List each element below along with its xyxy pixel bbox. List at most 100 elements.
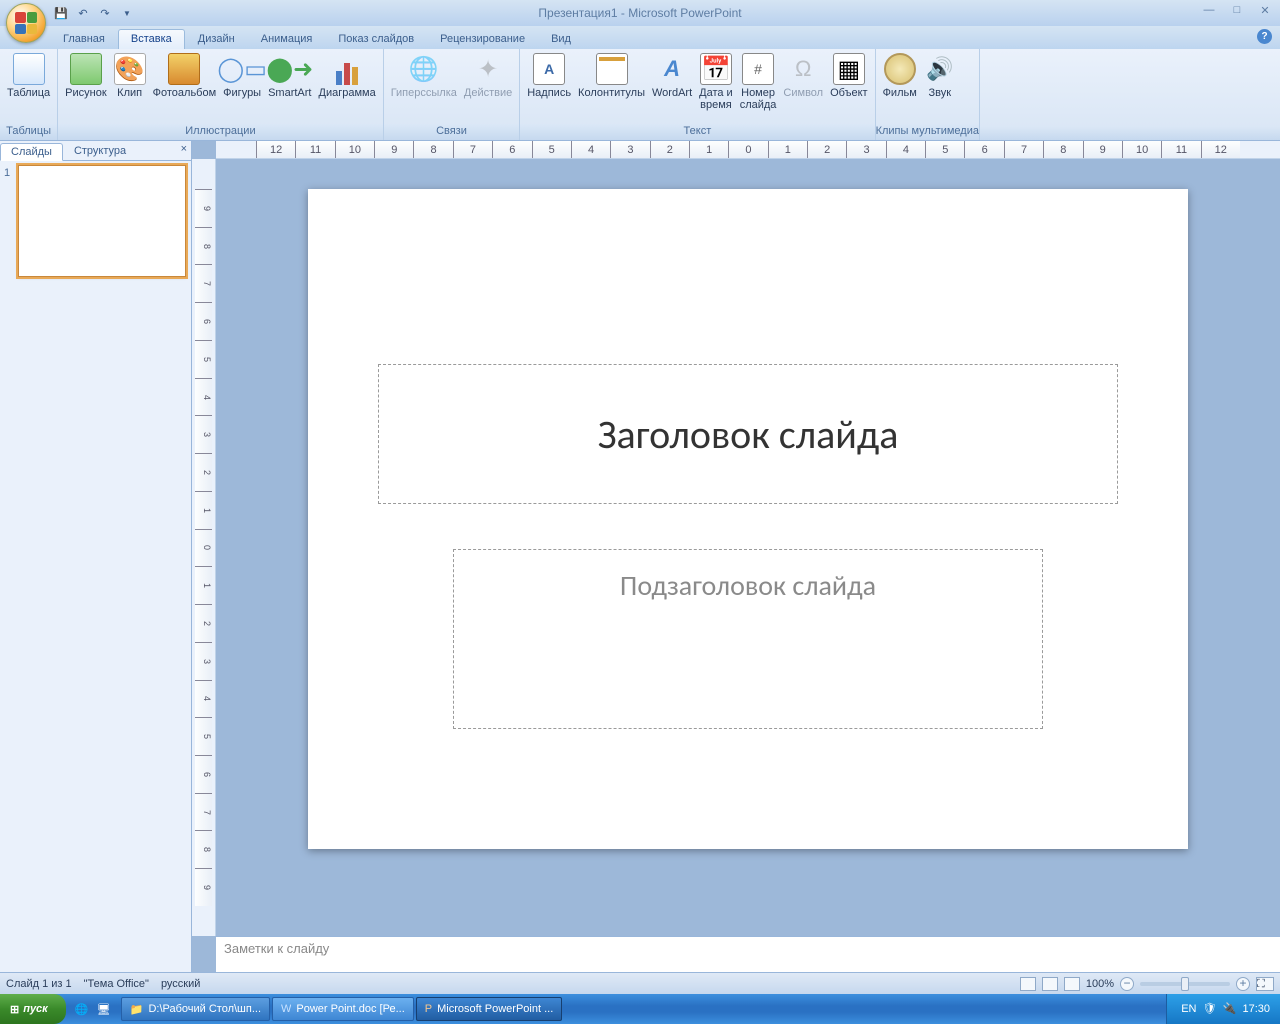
- zoom-out-button[interactable]: −: [1120, 977, 1134, 991]
- subtitle-placeholder[interactable]: Подзаголовок слайда: [453, 549, 1043, 729]
- table-icon: [13, 53, 45, 85]
- group-text: Надпись Колонтитулы AWordArt 📅Дата и вре…: [520, 49, 875, 140]
- workspace: Слайды Структура × 1 1211109876543210123…: [0, 141, 1280, 972]
- sound-button[interactable]: 🔊 Звук: [921, 51, 959, 101]
- ie-icon[interactable]: 🌐: [72, 998, 92, 1020]
- photoalbum-button[interactable]: Фотоальбом: [150, 51, 220, 101]
- slidenumber-button[interactable]: #Номер слайда: [737, 51, 780, 113]
- chart-label: Диаграмма: [319, 87, 376, 99]
- thumbnail-preview[interactable]: [18, 165, 186, 277]
- shapes-button[interactable]: ◯▭Фигуры: [220, 51, 264, 101]
- symbol-button[interactable]: Ω Символ: [780, 51, 826, 101]
- slide-canvas-area[interactable]: Заголовок слайда Подзаголовок слайда: [216, 159, 1280, 936]
- save-icon[interactable]: 💾: [52, 4, 70, 22]
- language-indicator[interactable]: EN: [1181, 1003, 1196, 1015]
- movie-icon: [884, 53, 916, 85]
- maximize-button[interactable]: □: [1228, 4, 1246, 17]
- textbox-label: Надпись: [527, 87, 571, 99]
- action-button[interactable]: ✦ Действие: [461, 51, 515, 101]
- view-slideshow-icon[interactable]: [1064, 977, 1080, 991]
- sound-icon: 🔊: [924, 53, 956, 85]
- view-normal-icon[interactable]: [1020, 977, 1036, 991]
- tray-icon-2[interactable]: 🔌: [1222, 1002, 1236, 1016]
- ribbon-tabs: Главная Вставка Дизайн Анимация Показ сл…: [0, 26, 1280, 49]
- tab-slideshow[interactable]: Показ слайдов: [325, 29, 427, 49]
- editor-area: 1211109876543210123456789101112 98765432…: [192, 141, 1280, 972]
- datetime-label: Дата и время: [699, 87, 733, 111]
- desktop-icon[interactable]: 🖥: [94, 998, 114, 1020]
- object-button[interactable]: ▦Объект: [827, 51, 870, 101]
- symbol-label: Символ: [783, 87, 823, 99]
- picture-button[interactable]: Рисунок: [62, 51, 110, 101]
- action-icon: ✦: [472, 53, 504, 85]
- sound-label: Звук: [929, 87, 952, 99]
- status-theme: "Тема Office": [84, 978, 149, 990]
- action-label: Действие: [464, 87, 512, 99]
- powerpoint-icon: P: [425, 1003, 432, 1015]
- windows-logo-icon: ⊞: [10, 1003, 19, 1016]
- zoom-slider[interactable]: [1140, 982, 1230, 986]
- windows-taskbar: ⊞ пуск 🌐 🖥 📁D:\Рабочий Стол\шп... WPower…: [0, 994, 1280, 1024]
- undo-icon[interactable]: ↶: [74, 4, 92, 22]
- textbox-icon: [533, 53, 565, 85]
- taskbar-explorer[interactable]: 📁D:\Рабочий Стол\шп...: [121, 997, 270, 1021]
- window-title: Презентация1 - Microsoft PowerPoint: [538, 6, 741, 20]
- clock[interactable]: 17:30: [1242, 1003, 1270, 1015]
- group-links: 🌐Гиперссылка ✦Действие Связи: [384, 49, 521, 140]
- office-button[interactable]: [6, 3, 46, 43]
- group-media-label: Клипы мультимедиа: [876, 124, 979, 140]
- thumbnail-1[interactable]: 1: [4, 165, 187, 277]
- zoom-value[interactable]: 100%: [1086, 978, 1114, 990]
- movie-button[interactable]: Фильм: [880, 51, 920, 101]
- picture-icon: [70, 53, 102, 85]
- headerfooter-button[interactable]: Колонтитулы: [575, 51, 648, 101]
- smartart-button[interactable]: ⬤➜SmartArt: [265, 51, 314, 101]
- close-button[interactable]: ✕: [1256, 4, 1274, 17]
- clipart-button[interactable]: 🎨Клип: [111, 51, 149, 101]
- tab-review[interactable]: Рецензирование: [427, 29, 538, 49]
- horizontal-ruler: 1211109876543210123456789101112: [216, 141, 1280, 159]
- tab-animation[interactable]: Анимация: [248, 29, 326, 49]
- taskbar-btn3-label: Microsoft PowerPoint ...: [437, 1003, 553, 1015]
- word-icon: W: [281, 1003, 291, 1015]
- zoom-in-button[interactable]: +: [1236, 977, 1250, 991]
- minimize-button[interactable]: ―: [1200, 4, 1218, 17]
- tab-insert[interactable]: Вставка: [118, 29, 185, 49]
- hyperlink-icon: 🌐: [408, 53, 440, 85]
- pane-close-icon[interactable]: ×: [181, 143, 187, 155]
- fit-to-window-icon[interactable]: ⛶: [1256, 977, 1274, 991]
- status-language[interactable]: русский: [161, 978, 200, 990]
- tab-view[interactable]: Вид: [538, 29, 584, 49]
- qat-dropdown-icon[interactable]: ▼: [118, 4, 136, 22]
- help-icon[interactable]: ?: [1257, 29, 1272, 44]
- notes-pane[interactable]: Заметки к слайду: [216, 936, 1280, 972]
- object-icon: ▦: [833, 53, 865, 85]
- slidenumber-icon: #: [742, 53, 774, 85]
- chart-icon: [331, 53, 363, 85]
- chart-button[interactable]: Диаграмма: [316, 51, 379, 101]
- view-sorter-icon[interactable]: [1042, 977, 1058, 991]
- textbox-button[interactable]: Надпись: [524, 51, 574, 101]
- pane-tab-slides[interactable]: Слайды: [0, 143, 63, 161]
- table-button[interactable]: Таблица: [4, 51, 53, 101]
- quick-access-toolbar: 💾 ↶ ↷ ▼: [52, 4, 136, 22]
- office-logo-icon: [15, 12, 37, 34]
- tab-home[interactable]: Главная: [50, 29, 118, 49]
- redo-icon[interactable]: ↷: [96, 4, 114, 22]
- taskbar-powerpoint[interactable]: P Microsoft PowerPoint ...: [416, 997, 563, 1021]
- photoalbum-icon: [168, 53, 200, 85]
- title-placeholder[interactable]: Заголовок слайда: [378, 364, 1118, 504]
- folder-icon: 📁: [130, 1003, 144, 1016]
- taskbar-word[interactable]: WPower Point.doc [Ре...: [272, 997, 414, 1021]
- tab-design[interactable]: Дизайн: [185, 29, 248, 49]
- hyperlink-button[interactable]: 🌐Гиперссылка: [388, 51, 460, 101]
- tray-icon-1[interactable]: 🛡: [1202, 1002, 1216, 1016]
- datetime-button[interactable]: 📅Дата и время: [696, 51, 736, 113]
- zoom-thumb[interactable]: [1181, 977, 1189, 991]
- start-button[interactable]: ⊞ пуск: [0, 994, 66, 1024]
- symbol-icon: Ω: [787, 53, 819, 85]
- wordart-button[interactable]: AWordArt: [649, 51, 695, 101]
- slide[interactable]: Заголовок слайда Подзаголовок слайда: [308, 189, 1188, 849]
- pane-tab-outline[interactable]: Структура: [63, 142, 137, 160]
- picture-label: Рисунок: [65, 87, 107, 99]
